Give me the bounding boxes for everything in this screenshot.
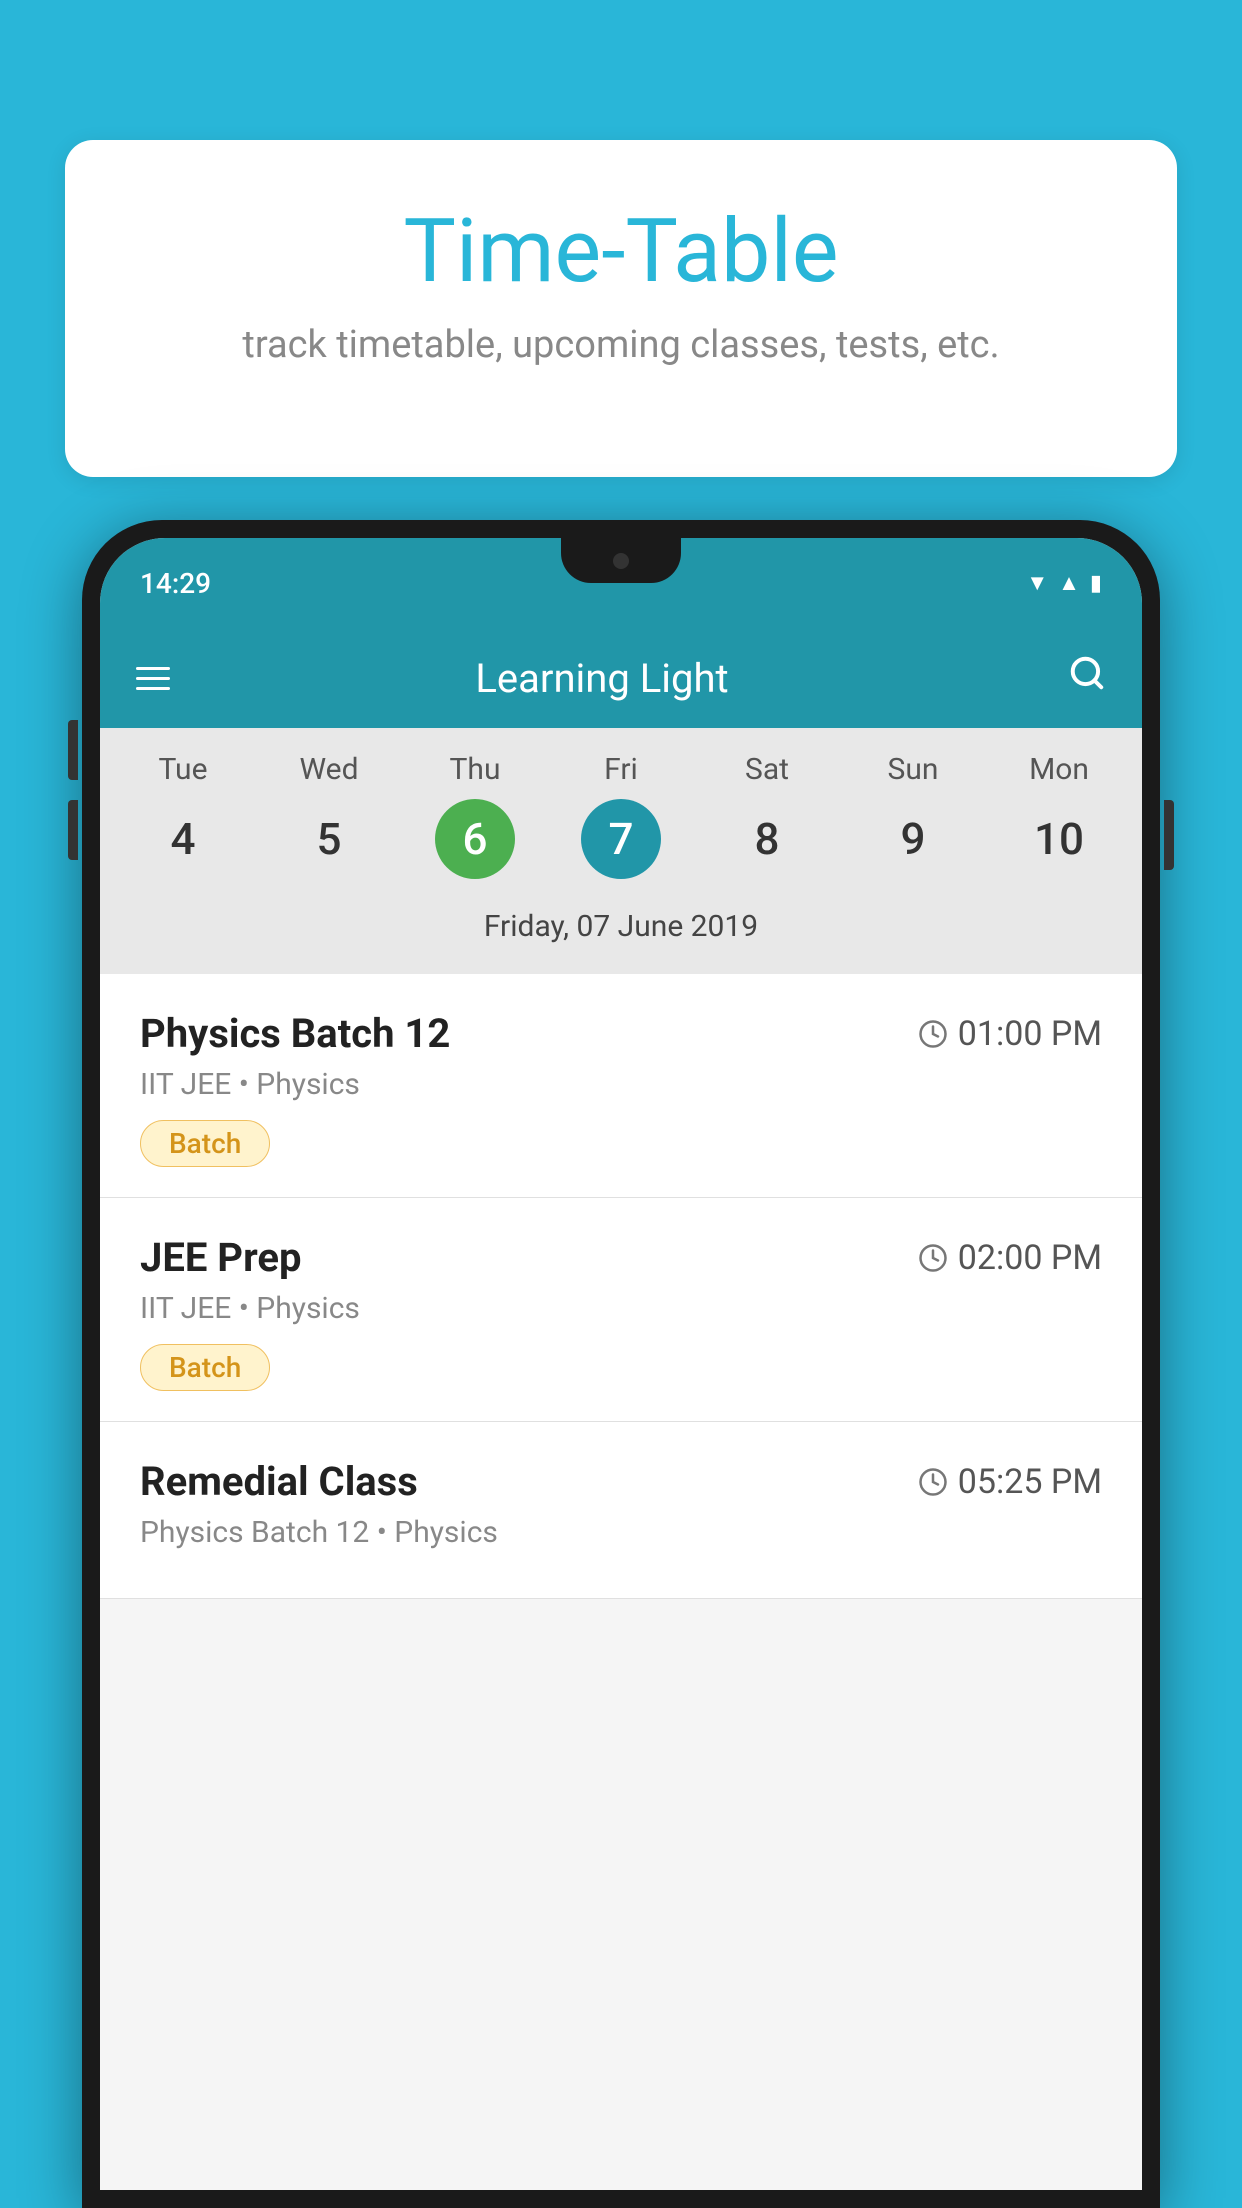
time-text: 01:00 PM: [958, 1014, 1102, 1054]
day-col[interactable]: Sun 9: [848, 752, 978, 879]
batch-badge: Batch: [140, 1120, 270, 1167]
day-col[interactable]: Wed 5: [264, 752, 394, 879]
class-time: 05:25 PM: [918, 1462, 1102, 1502]
bubble-subtitle: track timetable, upcoming classes, tests…: [145, 323, 1097, 367]
wifi-icon: ▼: [1026, 570, 1048, 596]
batch-badge: Batch: [140, 1344, 270, 1391]
day-number[interactable]: 10: [1019, 799, 1099, 879]
search-icon[interactable]: [1068, 654, 1106, 702]
selected-date-label: Friday, 07 June 2019: [100, 895, 1142, 964]
speech-bubble-container: Time-Table track timetable, upcoming cla…: [65, 140, 1177, 477]
days-row: Tue 4 Wed 5 Thu 6 Fri 7 Sat 8 Sun 9 Mon 10: [100, 752, 1142, 879]
day-col[interactable]: Sat 8: [702, 752, 832, 879]
day-number[interactable]: 6: [435, 799, 515, 879]
bubble-title: Time-Table: [145, 200, 1097, 303]
schedule-list: Physics Batch 12 01:00 PM IIT JEE • Physic…: [100, 974, 1142, 1599]
menu-icon[interactable]: [136, 667, 170, 690]
clock-icon: [918, 1467, 948, 1497]
volume-down-button[interactable]: [68, 800, 78, 860]
class-name: JEE Prep: [140, 1234, 301, 1281]
day-number[interactable]: 4: [143, 799, 223, 879]
class-name: Remedial Class: [140, 1458, 418, 1505]
phone-notch: [561, 538, 681, 583]
schedule-item[interactable]: Remedial Class 05:25 PM Physics Batch 12 •…: [100, 1422, 1142, 1599]
class-time: 02:00 PM: [918, 1238, 1102, 1278]
calendar-strip: Tue 4 Wed 5 Thu 6 Fri 7 Sat 8 Sun 9 Mon 10 Friday, 07…: [100, 728, 1142, 974]
app-title: Learning Light: [200, 655, 1004, 702]
day-name: Wed: [300, 752, 359, 787]
volume-up-button[interactable]: [68, 720, 78, 780]
status-icons: ▼ ▲ ▮: [1026, 570, 1102, 596]
class-details: IIT JEE • Physics: [140, 1067, 1102, 1102]
schedule-item[interactable]: Physics Batch 12 01:00 PM IIT JEE • Physic…: [100, 974, 1142, 1198]
day-col[interactable]: Mon 10: [994, 752, 1124, 879]
day-name: Fri: [604, 752, 638, 787]
schedule-item[interactable]: JEE Prep 02:00 PM IIT JEE • Physics Batch: [100, 1198, 1142, 1422]
day-number[interactable]: 9: [873, 799, 953, 879]
battery-icon: ▮: [1090, 571, 1102, 596]
day-number[interactable]: 5: [289, 799, 369, 879]
clock-icon: [918, 1019, 948, 1049]
app-bar: Learning Light: [100, 628, 1142, 728]
day-col[interactable]: Fri 7: [556, 752, 686, 879]
class-time: 01:00 PM: [918, 1014, 1102, 1054]
status-time: 14:29: [140, 567, 211, 600]
camera: [613, 553, 629, 569]
day-number[interactable]: 8: [727, 799, 807, 879]
class-details: Physics Batch 12 • Physics: [140, 1515, 1102, 1550]
day-col[interactable]: Thu 6: [410, 752, 540, 879]
day-name: Sat: [745, 752, 789, 787]
class-name: Physics Batch 12: [140, 1010, 450, 1057]
day-name: Sun: [888, 752, 939, 787]
time-text: 02:00 PM: [958, 1238, 1102, 1278]
time-text: 05:25 PM: [958, 1462, 1102, 1502]
status-bar: 14:29 ▼ ▲ ▮: [100, 538, 1142, 628]
day-number[interactable]: 7: [581, 799, 661, 879]
class-details: IIT JEE • Physics: [140, 1291, 1102, 1326]
phone-screen: 14:29 ▼ ▲ ▮ Learning Light: [100, 538, 1142, 2190]
day-name: Tue: [159, 752, 208, 787]
clock-icon: [918, 1243, 948, 1273]
day-col[interactable]: Tue 4: [118, 752, 248, 879]
signal-icon: ▲: [1058, 570, 1080, 596]
phone-frame: 14:29 ▼ ▲ ▮ Learning Light: [82, 520, 1160, 2208]
power-button[interactable]: [1164, 800, 1174, 870]
day-name: Mon: [1029, 752, 1089, 787]
speech-bubble: Time-Table track timetable, upcoming cla…: [65, 140, 1177, 477]
day-name: Thu: [450, 752, 501, 787]
